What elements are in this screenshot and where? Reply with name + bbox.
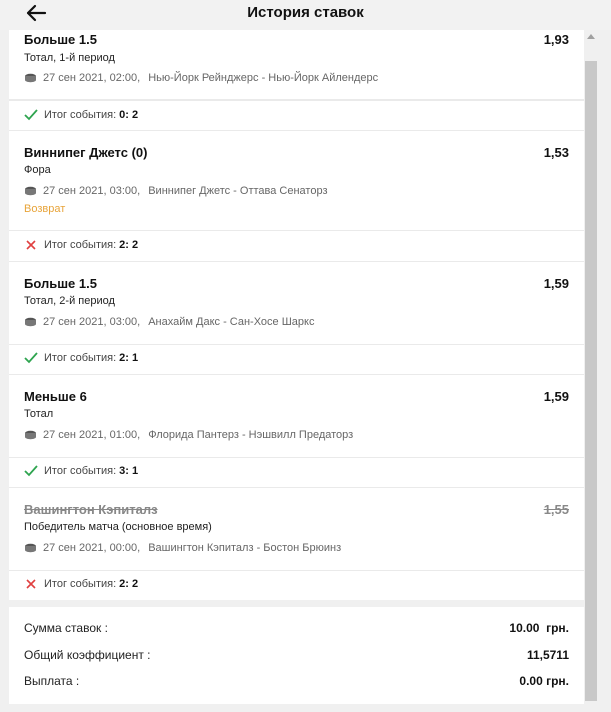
- bet-status: Возврат: [24, 203, 66, 215]
- divider: [9, 457, 584, 458]
- stake-row: Сумма ставок : 10.00 грн.: [24, 621, 569, 635]
- bet-item: Больше 1.5 1,93 Тотал, 1-й период 27 сен…: [9, 30, 584, 100]
- bet-result: Итог события: 2: 1: [24, 352, 138, 364]
- bet-meta: 27 сен 2021, 03:00, Анахайм Дакс - Сан-Х…: [24, 316, 314, 328]
- divider: [9, 230, 584, 231]
- divider: [9, 374, 584, 375]
- bet-match: Виннипег Джетс - Оттава Сенаторз: [148, 185, 328, 197]
- scroll-thumb[interactable]: [585, 61, 597, 701]
- stake-value: 10.00 грн.: [509, 621, 569, 635]
- checkmark-icon: [24, 465, 38, 477]
- bet-result: Итог события: 2: 2: [24, 578, 138, 590]
- result-score: 2: 1: [119, 352, 139, 364]
- bet-match: Анахайм Дакс - Сан-Хосе Шаркс: [148, 316, 315, 328]
- bets-list[interactable]: Больше 1.5 1,93 Тотал, 1-й период 27 сен…: [9, 30, 584, 600]
- payout-label: Выплата :: [24, 674, 80, 688]
- bet-date: 27 сен 2021, 02:00,: [43, 72, 141, 84]
- bet-meta: 27 сен 2021, 00:00, Вашингтон Кэпиталз -…: [24, 542, 341, 554]
- bet-type: Тотал: [24, 408, 54, 420]
- bet-date: 27 сен 2021, 01:00,: [43, 429, 141, 441]
- payout-row: Выплата : 0.00 грн.: [24, 674, 569, 688]
- result-label: Итог события:: [44, 109, 117, 121]
- bet-meta: 27 сен 2021, 03:00, Виннипег Джетс - Отт…: [24, 185, 328, 197]
- bet-result: Итог события: 2: 2: [24, 239, 138, 251]
- scroll-up-arrow-icon[interactable]: [587, 34, 595, 39]
- coefficient-value: 11,5711: [526, 648, 569, 662]
- bet-name: Больше 1.5: [24, 276, 97, 291]
- result-label: Итог события:: [44, 239, 117, 251]
- divider: [9, 487, 584, 488]
- result-score: 2: 2: [119, 578, 139, 590]
- scrollbar[interactable]: [584, 30, 598, 704]
- result-score: 2: 2: [119, 239, 139, 251]
- bet-odds: 1,59: [543, 389, 569, 404]
- payout-value: 0.00 грн.: [519, 674, 569, 688]
- coefficient-row: Общий коэффициент : 11,5711: [24, 648, 569, 662]
- divider: [9, 261, 584, 262]
- bet-meta: 27 сен 2021, 01:00, Флорида Пантерз - Нэ…: [24, 429, 353, 441]
- divider: [9, 130, 584, 131]
- bet-name: Больше 1.5: [24, 32, 97, 47]
- checkmark-icon: [24, 109, 38, 121]
- bet-match: Вашингтон Кэпиталз - Бостон Брюинз: [148, 542, 342, 554]
- result-score: 3: 1: [119, 465, 139, 477]
- bet-result: Итог события: 3: 1: [24, 465, 138, 477]
- bet-type: Тотал, 2-й период: [24, 295, 115, 307]
- bet-date: 27 сен 2021, 03:00,: [43, 185, 141, 197]
- bet-type: Тотал, 1-й период: [24, 52, 115, 64]
- result-label: Итог события:: [44, 465, 117, 477]
- bet-type: Победитель матча (основное время): [24, 521, 212, 533]
- coins-icon: [24, 317, 37, 327]
- bet-odds: 1,59: [543, 276, 569, 291]
- bet-date: 27 сен 2021, 00:00,: [43, 542, 141, 554]
- bet-match: Флорида Пантерз - Нэшвилл Предаторз: [148, 429, 354, 441]
- bet-date: 27 сен 2021, 03:00,: [43, 316, 141, 328]
- divider: [9, 570, 584, 571]
- divider: [9, 344, 584, 345]
- result-label: Итог события:: [44, 578, 117, 590]
- bet-name: Виннипег Джетс (0): [24, 145, 148, 160]
- cross-icon: [24, 239, 38, 251]
- bet-summary: Сумма ставок : 10.00 грн. Общий коэффици…: [9, 607, 584, 704]
- checkmark-icon: [24, 352, 38, 364]
- bet-odds: 1,93: [543, 32, 569, 47]
- coins-icon: [24, 186, 37, 196]
- coefficient-label: Общий коэффициент :: [24, 648, 151, 662]
- header-bar: История ставок: [0, 0, 611, 30]
- bet-name: Меньше 6: [24, 389, 87, 404]
- cross-icon: [24, 578, 38, 590]
- bet-meta: 27 сен 2021, 02:00, Нью-Йорк Рейнджерс -…: [24, 72, 378, 84]
- bet-odds: 1,53: [543, 145, 569, 160]
- coins-icon: [24, 543, 37, 553]
- bet-odds: 1,55: [543, 502, 569, 517]
- bet-name: Вашингтон Кэпиталз: [24, 502, 158, 517]
- coins-icon: [24, 430, 37, 440]
- page-title: История ставок: [247, 4, 364, 21]
- bet-result: Итог события: 0: 2: [24, 109, 138, 121]
- bet-type: Фора: [24, 164, 51, 176]
- divider: [9, 100, 584, 101]
- bet-match: Нью-Йорк Рейнджерс - Нью-Йорк Айлендерс: [148, 72, 379, 84]
- coins-icon: [24, 73, 37, 83]
- result-score: 0: 2: [119, 109, 139, 121]
- stake-label: Сумма ставок :: [24, 621, 108, 635]
- result-label: Итог события:: [44, 352, 117, 364]
